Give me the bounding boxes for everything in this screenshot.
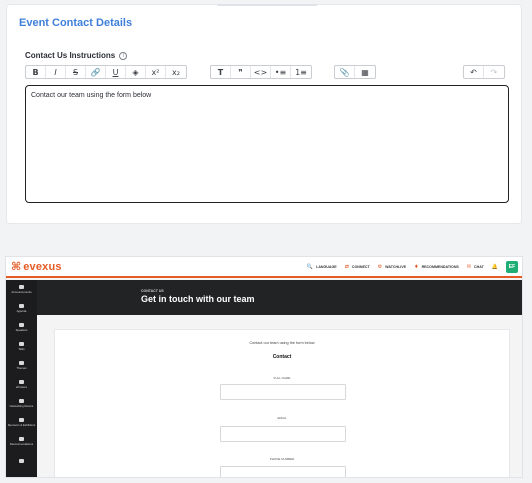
nav-notifications[interactable]: 🔔 xyxy=(492,264,498,270)
email-label: EMAIL xyxy=(277,416,287,420)
nav-recommendations[interactable]: ♦ RECOMMENDATIONS xyxy=(414,264,459,270)
heading-button[interactable]: T xyxy=(211,66,231,78)
editor-content[interactable]: Contact our team using the form below xyxy=(31,92,151,99)
connect-icon: ⇄ xyxy=(344,264,349,270)
page-hero: CONTACT US Get in touch with our team xyxy=(37,280,522,315)
recommendations-icon: ♦ xyxy=(414,264,419,270)
sidebar-item-label: Announcements xyxy=(11,290,32,294)
more-icon xyxy=(19,458,24,463)
sidebar-item-eposters[interactable]: ePosters xyxy=(6,375,37,394)
sidebar-item-more[interactable] xyxy=(6,451,37,470)
networking-icon xyxy=(19,399,24,403)
speakers-icon xyxy=(19,323,24,327)
code-button[interactable]: <> xyxy=(251,66,271,78)
form-heading: Contact xyxy=(272,354,292,360)
toolbar-insert-group: 📎 ▦ xyxy=(334,65,376,79)
chat-icon: ✉ xyxy=(466,264,472,270)
info-icon[interactable]: i xyxy=(119,51,128,60)
field-label-row: Contact Us Instructions i xyxy=(25,51,128,60)
nav-connect[interactable]: ⇄ CONNECT xyxy=(345,264,370,270)
nav-label: CONNECT xyxy=(351,265,370,269)
agenda-icon xyxy=(19,304,24,308)
sidebar-item-label: ePosters xyxy=(15,385,28,389)
subscript-button[interactable]: x₂ xyxy=(166,66,186,78)
nav-label: WATCHLIVE xyxy=(385,265,407,269)
sidebar-item-label: Agenda xyxy=(16,309,27,313)
bell-icon: 🔔 xyxy=(491,264,498,270)
sidebar-item-talks[interactable]: Talks xyxy=(6,337,37,356)
superscript-button[interactable]: x² xyxy=(146,66,166,78)
nav-label: LANGUAGE xyxy=(316,265,337,269)
top-navbar: ⌘ evexus 🔍 LANGUAGE ⇄ CONNECT ⚙ WATCHLIV… xyxy=(6,257,522,278)
logo-icon: ⌘ xyxy=(11,260,22,273)
phone-number-input[interactable] xyxy=(220,466,346,477)
page-preview: ⌘ evexus 🔍 LANGUAGE ⇄ CONNECT ⚙ WATCHLIV… xyxy=(5,256,523,478)
quote-button[interactable]: ❞ xyxy=(231,66,251,78)
announcements-icon xyxy=(19,285,24,289)
sidebar-item-label: Networking Rooms xyxy=(9,404,34,408)
watchlive-icon: ⚙ xyxy=(377,264,383,270)
full-name-input[interactable] xyxy=(220,384,346,400)
numbered-list-button[interactable]: 1≡ xyxy=(291,66,311,78)
contact-form-card: Contact our team using the form below Co… xyxy=(54,329,510,477)
card-title: Event Contact Details xyxy=(19,17,133,29)
bold-button[interactable]: B xyxy=(26,66,46,78)
nav-label: CHAT xyxy=(474,265,484,269)
email-input[interactable] xyxy=(220,426,346,442)
sidebar-item-sponsors[interactable]: Sponsors & Exhibitors xyxy=(6,413,37,432)
form-intro: Contact our team using the form below xyxy=(249,341,315,345)
sidebar-item-announcements[interactable]: Announcements xyxy=(6,280,37,299)
logo-text: evexus xyxy=(23,260,62,273)
hero-eyebrow: CONTACT US xyxy=(141,289,164,293)
nav-label: RECOMMENDATIONS xyxy=(421,265,459,269)
sidebar-item-label: Themes xyxy=(16,366,27,370)
user-avatar[interactable]: EF xyxy=(506,261,518,273)
nav-language[interactable]: 🔍 LANGUAGE xyxy=(307,264,337,270)
phone-number-label: PHONE NUMBER xyxy=(269,457,295,461)
sidebar-item-networking[interactable]: Networking Rooms xyxy=(6,394,37,413)
attachment-button[interactable]: 📎 xyxy=(335,66,355,78)
toolbar-format-group: B I S 🔗 U ◈ x² x₂ xyxy=(25,65,187,79)
toolbar-history-group: ↶ ↷ xyxy=(463,65,505,79)
italic-button[interactable]: I xyxy=(46,66,66,78)
field-label: Contact Us Instructions xyxy=(25,51,116,60)
share-icon xyxy=(19,437,24,441)
link-button[interactable]: 🔗 xyxy=(86,66,106,78)
underline-button[interactable]: U xyxy=(106,66,126,78)
eposters-icon xyxy=(19,380,24,384)
card-divider xyxy=(217,4,317,6)
sidebar-item-label: Recommendations xyxy=(9,442,34,446)
table-button[interactable]: ▦ xyxy=(355,66,375,78)
language-icon: 🔍 xyxy=(306,264,314,270)
talks-icon xyxy=(19,342,24,346)
nav-menu: 🔍 LANGUAGE ⇄ CONNECT ⚙ WATCHLIVE ♦ RECOM… xyxy=(307,261,518,273)
sidebar-item-recommendations[interactable]: Recommendations xyxy=(6,432,37,451)
sidebar-item-label: Speakers xyxy=(15,328,28,332)
sidebar-item-agenda[interactable]: Agenda xyxy=(6,299,37,318)
nav-chat[interactable]: ✉ CHAT xyxy=(467,264,484,270)
redo-button[interactable]: ↷ xyxy=(484,66,504,78)
sidebar-item-speakers[interactable]: Speakers xyxy=(6,318,37,337)
sidebar-item-themes[interactable]: Themes xyxy=(6,356,37,375)
brand-logo[interactable]: ⌘ evexus xyxy=(11,260,62,273)
rich-text-editor[interactable]: Contact our team using the form below xyxy=(25,85,509,203)
left-sidebar: Announcements Agenda Speakers Talks Them… xyxy=(6,280,37,477)
undo-button[interactable]: ↶ xyxy=(464,66,484,78)
sidebar-item-label: Sponsors & Exhibitors xyxy=(7,423,36,427)
nav-watchlive[interactable]: ⚙ WATCHLIVE xyxy=(378,264,406,270)
strikethrough-button[interactable]: S xyxy=(66,66,86,78)
themes-icon xyxy=(19,361,24,365)
full-name-label: FULL NAME xyxy=(273,376,291,380)
sponsors-icon xyxy=(19,418,24,422)
fill-color-button[interactable]: ◈ xyxy=(126,66,146,78)
sidebar-item-label: Talks xyxy=(18,347,25,351)
event-contact-card: Event Contact Details Contact Us Instruc… xyxy=(6,4,522,224)
toolbar-block-group: T ❞ <> •≡ 1≡ xyxy=(210,65,312,79)
bullet-list-button[interactable]: •≡ xyxy=(271,66,291,78)
page-title: Get in touch with our team xyxy=(141,294,255,304)
